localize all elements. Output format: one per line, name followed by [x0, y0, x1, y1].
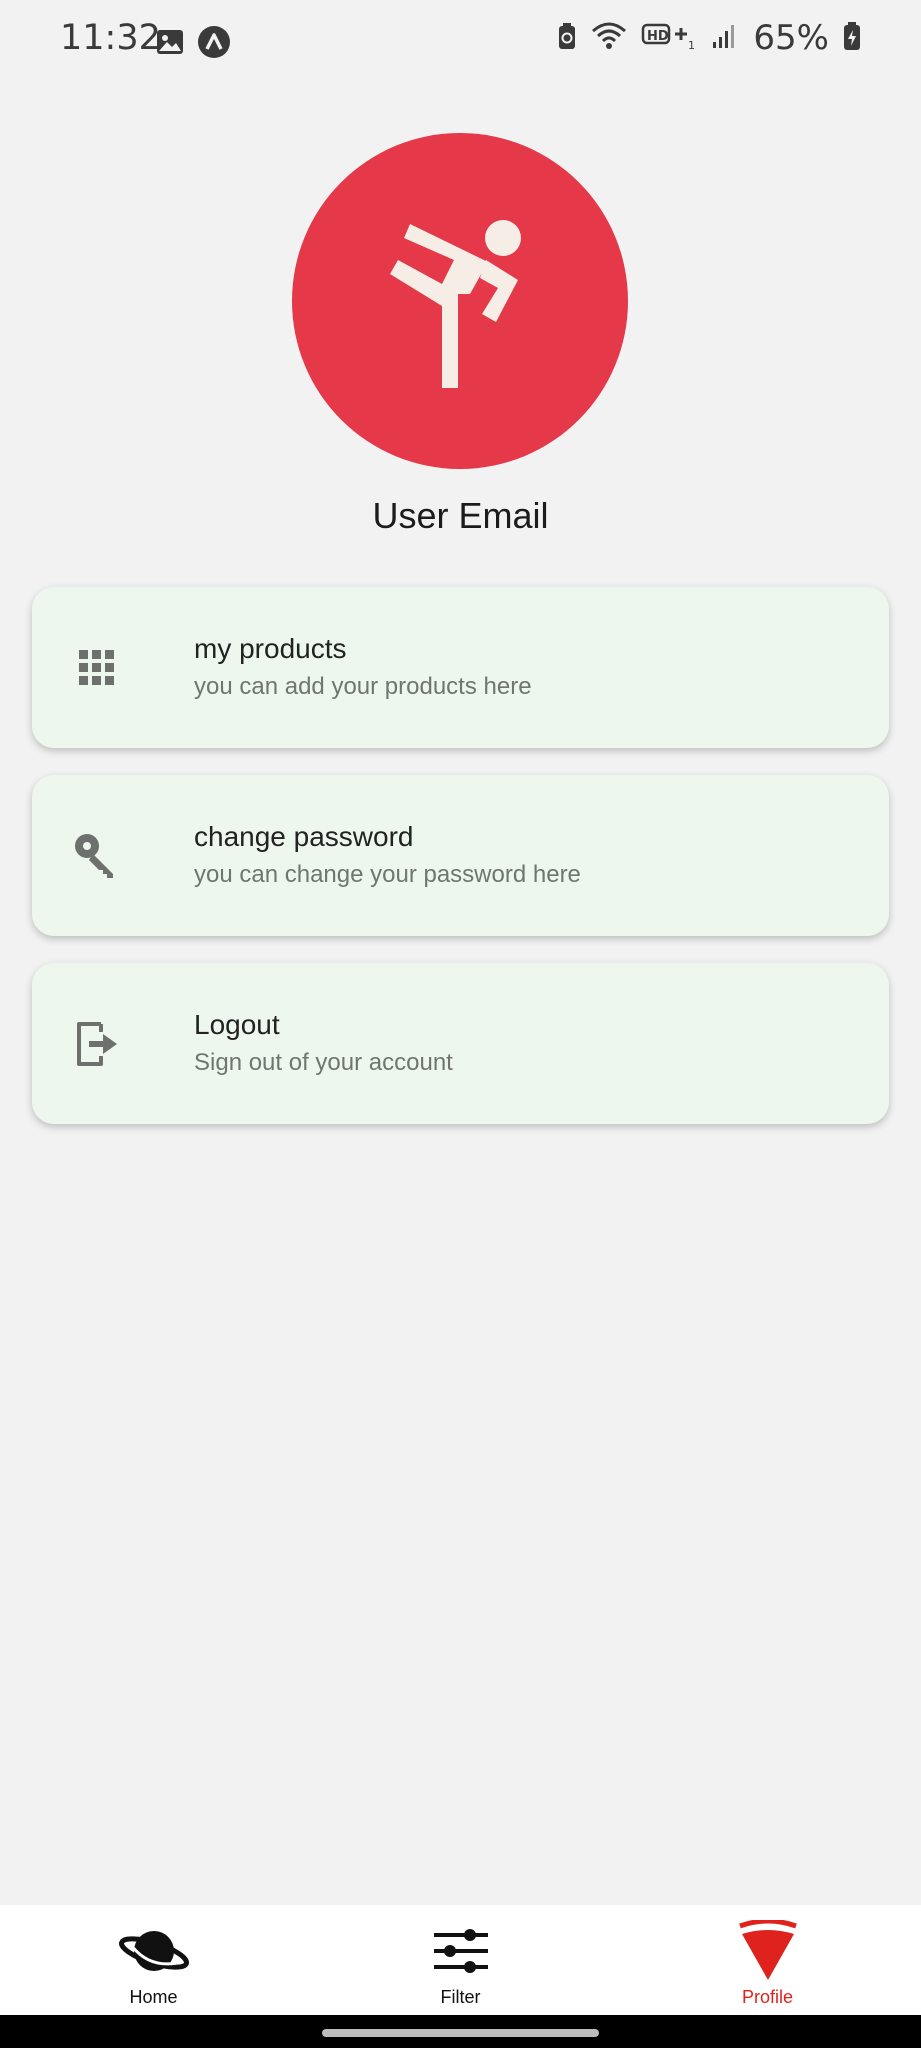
status-bar: 11:32 HD 1 65% — [0, 0, 921, 84]
status-time: 11:32 — [60, 18, 161, 58]
nav-item-filter[interactable]: Filter — [307, 1905, 614, 2015]
kick-figure-icon — [370, 204, 550, 399]
nav-label-filter: Filter — [440, 1987, 481, 2007]
card-subtitle: Sign out of your account — [194, 1049, 453, 1076]
nav-label-profile: Profile — [741, 1987, 794, 2007]
sliders-icon — [432, 1921, 490, 1981]
card-subtitle: you can add your products here — [194, 673, 532, 700]
status-right-icons: HD 1 65% — [557, 18, 861, 58]
profile-avatar — [292, 133, 628, 469]
card-title: Logout — [194, 1009, 280, 1040]
svg-text:HD: HD — [647, 29, 669, 44]
logout-card[interactable]: Logout Sign out of your account — [32, 963, 889, 1124]
change-password-card[interactable]: change password you can change your pass… — [32, 775, 889, 936]
battery-saver-icon — [557, 22, 577, 55]
nav-item-home[interactable]: Home — [0, 1905, 307, 2015]
user-email-label: User Email — [372, 495, 549, 536]
my-products-card[interactable]: my products you can add your products he… — [32, 587, 889, 748]
card-title: change password — [194, 821, 414, 852]
nav-item-profile[interactable]: Profile — [614, 1905, 921, 2015]
planet-icon — [118, 1921, 190, 1981]
logout-icon — [72, 1019, 122, 1069]
apps-grid-icon — [72, 643, 122, 693]
battery-percent: 65% — [753, 18, 829, 58]
nav-label-home: Home — [129, 1987, 178, 2007]
gallery-icon — [156, 29, 184, 60]
gesture-navigation-bar — [0, 2015, 921, 2048]
card-title: my products — [194, 633, 347, 664]
signal-icon — [711, 22, 739, 55]
status-left-icons — [156, 26, 230, 63]
bottom-navigation: Home Filter Profile — [0, 1905, 921, 2015]
wifi-icon — [591, 21, 627, 56]
battery-icon — [843, 21, 861, 56]
hd-plus-icon: HD 1 — [641, 21, 697, 56]
pizza-slice-icon — [738, 1920, 798, 1981]
card-subtitle: you can change your password here — [194, 861, 581, 888]
svg-text:1: 1 — [688, 39, 695, 51]
key-icon — [72, 831, 122, 881]
gesture-handle[interactable] — [322, 2029, 599, 2037]
app-notification-icon — [198, 26, 230, 63]
